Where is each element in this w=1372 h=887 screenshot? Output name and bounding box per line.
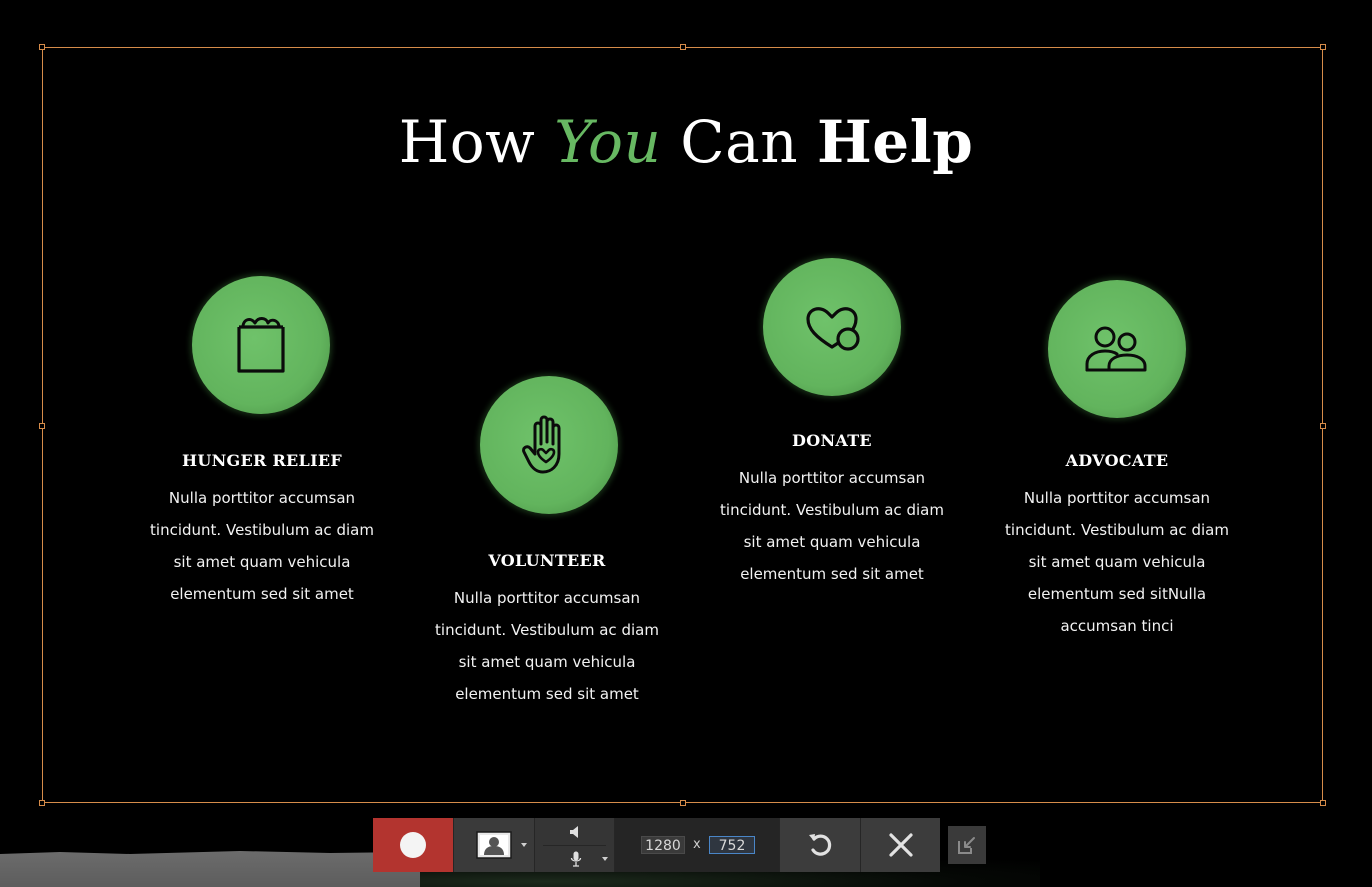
description-line: sit amet quam vehicula: [458, 653, 636, 671]
description-line: Nulla porttitor accumsan: [453, 589, 641, 607]
feature-donate: DONATE Nulla porttitor accumsan tincidun…: [712, 431, 952, 590]
feature-hunger-relief: HUNGER RELIEF Nulla porttitor accumsan t…: [142, 451, 382, 610]
microphone-dropdown-caret[interactable]: [602, 857, 608, 861]
height-input[interactable]: 752: [709, 836, 755, 854]
hunger-relief-badge: [192, 276, 330, 414]
close-icon: [888, 833, 913, 857]
description-line: tincidunt. Vestibulum ac diam: [720, 501, 944, 519]
volunteer-badge: [480, 376, 618, 514]
hand-heart-icon: [522, 415, 561, 474]
people-icon: [1085, 326, 1147, 372]
resize-handle-bottom-right[interactable]: [1320, 800, 1326, 806]
record-icon: [400, 832, 426, 858]
description-line: elementum sed sitNulla: [1027, 585, 1207, 603]
reset-button[interactable]: [779, 818, 860, 872]
feature-description: Nulla porttitor accumsan tincidunt. Vest…: [997, 482, 1237, 642]
description-line: sit amet quam vehicula: [173, 553, 351, 571]
description-line: Nulla porttitor accumsan: [738, 469, 926, 487]
feature-title: HUNGER RELIEF: [181, 451, 343, 470]
heading-how: How: [398, 108, 555, 176]
webcam-toggle-button[interactable]: [453, 818, 534, 872]
resize-handle-bottom-left[interactable]: [39, 800, 45, 806]
undock-icon: [958, 837, 975, 854]
feature-title: VOLUNTEER: [488, 551, 606, 570]
heading-can: Can: [661, 108, 817, 176]
description-line: Nulla porttitor accumsan: [168, 489, 356, 507]
feature-description: Nulla porttitor accumsan tincidunt. Vest…: [142, 482, 382, 610]
feature-title: DONATE: [792, 431, 872, 450]
close-button[interactable]: [860, 818, 940, 872]
record-button[interactable]: [373, 818, 453, 872]
webcam-dropdown-caret[interactable]: [521, 843, 527, 847]
heading-help: Help: [817, 108, 974, 176]
feature-description: Nulla porttitor accumsan tincidunt. Vest…: [427, 582, 667, 710]
description-line: sit amet quam vehicula: [743, 533, 921, 551]
screen: How You Can Help HUNGER RELIEF Nulla por…: [0, 0, 1372, 887]
resize-handle-top-right[interactable]: [1320, 44, 1326, 50]
feature-title: ADVOCATE: [1065, 451, 1169, 470]
width-input[interactable]: 1280: [641, 836, 685, 854]
undock-button[interactable]: [948, 826, 986, 864]
heading-you: You: [554, 108, 662, 176]
feature-volunteer: VOLUNTEER Nulla porttitor accumsan tinci…: [427, 551, 667, 710]
description-line: tincidunt. Vestibulum ac diam: [1005, 521, 1229, 539]
description-line: Nulla porttitor accumsan: [1023, 489, 1211, 507]
description-line: sit amet quam vehicula: [1028, 553, 1206, 571]
description-line: tincidunt. Vestibulum ac diam: [150, 521, 374, 539]
speaker-icon[interactable]: [569, 825, 583, 839]
description-line: tincidunt. Vestibulum ac diam: [435, 621, 659, 639]
size-separator: x: [693, 837, 701, 852]
grocery-bag-icon: [237, 317, 285, 373]
audio-controls: [534, 818, 614, 872]
description-line: accumsan tinci: [1060, 617, 1174, 635]
reset-icon: [809, 834, 832, 856]
recording-toolbar: 1280 x 752: [373, 818, 940, 872]
audio-divider: [543, 845, 606, 846]
description-line: elementum sed sit amet: [740, 565, 924, 583]
resize-handle-bottom[interactable]: [680, 800, 686, 806]
description-line: elementum sed sit amet: [455, 685, 639, 703]
resize-handle-top-left[interactable]: [39, 44, 45, 50]
resize-handle-left[interactable]: [39, 423, 45, 429]
feature-advocate: ADVOCATE Nulla porttitor accumsan tincid…: [997, 451, 1237, 642]
heart-coin-icon: [806, 307, 860, 351]
advocate-badge: [1048, 280, 1186, 418]
donate-badge: [763, 258, 901, 396]
feature-description: Nulla porttitor accumsan tincidunt. Vest…: [712, 462, 952, 590]
desktop-background: [0, 851, 420, 887]
description-line: elementum sed sit amet: [170, 585, 354, 603]
capture-size-controls: 1280 x 752: [614, 818, 779, 872]
resize-handle-right[interactable]: [1320, 423, 1326, 429]
microphone-icon[interactable]: [570, 851, 582, 867]
webcam-icon: [476, 831, 512, 859]
section-heading: How You Can Help: [0, 108, 1372, 176]
resize-handle-top[interactable]: [680, 44, 686, 50]
